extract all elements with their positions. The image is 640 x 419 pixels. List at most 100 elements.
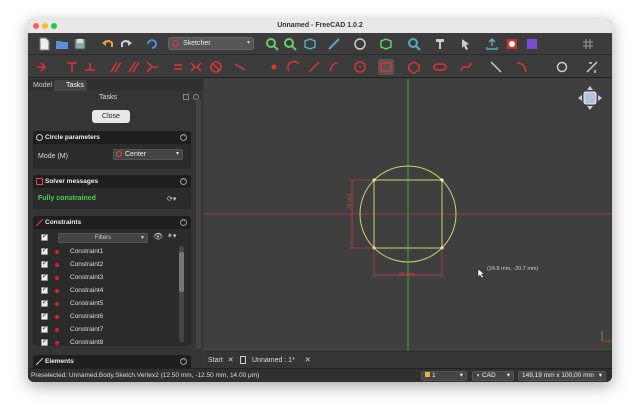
redo-icon[interactable] bbox=[118, 36, 134, 52]
constrain-perpendicular-icon[interactable] bbox=[126, 59, 142, 75]
save-file-icon[interactable] bbox=[72, 36, 88, 52]
constraint-checkbox[interactable]: ✓ bbox=[41, 261, 48, 268]
grid-icon[interactable] bbox=[580, 36, 596, 52]
minimize-window-button[interactable] bbox=[42, 23, 48, 29]
circle-parameters-box: Circle parameters ^ Mode (M) Center ▾ bbox=[33, 131, 191, 169]
constraint-type-icon bbox=[55, 328, 59, 332]
recompute-icon[interactable]: ⟳▾ bbox=[167, 195, 176, 203]
close-window-button[interactable] bbox=[33, 23, 39, 29]
list-item[interactable]: ✓ Constraint4 bbox=[38, 285, 178, 297]
vertical-dimension-label[interactable]: 25 mm bbox=[347, 194, 353, 209]
list-item[interactable]: ✓ Constraint5 bbox=[38, 298, 178, 310]
select-all-checkbox[interactable]: ✓ bbox=[41, 234, 48, 241]
units-selector[interactable]: 1 ▾ bbox=[421, 371, 467, 381]
line-icon[interactable] bbox=[232, 59, 248, 75]
constraint-checkbox[interactable]: ✓ bbox=[41, 339, 48, 346]
filters-dropdown[interactable]: Filters ▾ bbox=[58, 233, 148, 243]
bspline-icon[interactable] bbox=[458, 59, 474, 75]
elements-header[interactable]: Elements ^ bbox=[33, 355, 191, 368]
polyline-icon[interactable] bbox=[306, 59, 322, 75]
sketch-leave-icon[interactable] bbox=[34, 59, 50, 75]
maximize-window-button[interactable] bbox=[51, 23, 57, 29]
settings-icon[interactable]: ✶▾ bbox=[167, 232, 176, 240]
collapse-icon[interactable]: ^ bbox=[180, 178, 187, 185]
polygon-icon[interactable] bbox=[406, 59, 422, 75]
collapse-icon[interactable]: ^ bbox=[180, 134, 187, 141]
constrain-equal-icon[interactable] bbox=[170, 59, 186, 75]
constraint-checkbox[interactable]: ✓ bbox=[41, 300, 48, 307]
slot-icon[interactable] bbox=[432, 59, 448, 75]
arc-icon[interactable] bbox=[286, 59, 302, 75]
fillet-icon[interactable] bbox=[514, 59, 530, 75]
sketch-canvas[interactable] bbox=[204, 79, 612, 351]
navigation-style-selector[interactable]: ◖ CAD ▾ bbox=[472, 371, 514, 381]
constrain-symmetric-icon[interactable] bbox=[188, 59, 204, 75]
slash-icon[interactable] bbox=[326, 59, 342, 75]
panel-scrollbar[interactable] bbox=[196, 99, 201, 349]
workbench-selector[interactable]: Sketcher ▾ bbox=[168, 37, 254, 50]
constraint-icon[interactable] bbox=[64, 59, 80, 75]
circle-icon[interactable] bbox=[352, 59, 368, 75]
constrain-angle-icon[interactable] bbox=[144, 59, 160, 75]
tool-icon[interactable] bbox=[584, 59, 600, 75]
fit-all-icon[interactable] bbox=[264, 36, 280, 52]
mode-select[interactable]: Center ▾ bbox=[113, 149, 183, 160]
tab-model[interactable]: Model bbox=[30, 80, 55, 91]
view-box-icon[interactable] bbox=[302, 36, 318, 52]
point-icon[interactable] bbox=[266, 59, 282, 75]
constraint-checkbox[interactable]: ✓ bbox=[41, 248, 48, 255]
constraint-checkbox[interactable]: ✓ bbox=[41, 274, 48, 281]
open-file-icon[interactable] bbox=[54, 36, 70, 52]
refresh-icon[interactable] bbox=[144, 36, 160, 52]
rectangle-icon[interactable] bbox=[378, 59, 394, 75]
part-icon[interactable] bbox=[524, 36, 540, 52]
list-item[interactable]: ✓ Constraint2 bbox=[38, 259, 178, 271]
new-file-icon[interactable] bbox=[36, 36, 52, 52]
external-geo-icon[interactable] bbox=[488, 59, 504, 75]
list-item[interactable]: ✓ Constraint1 bbox=[38, 246, 178, 258]
constraints-scrollbar[interactable] bbox=[179, 246, 184, 342]
tab-start[interactable]: Start ✕ bbox=[208, 355, 234, 366]
3d-viewport[interactable]: 25 mm 25 mm (24.8 mm, -20.7 mm) bbox=[204, 79, 612, 351]
constraint-checkbox[interactable]: ✓ bbox=[41, 313, 48, 320]
draw-style-icon[interactable] bbox=[352, 36, 368, 52]
link-icon[interactable] bbox=[504, 36, 520, 52]
zoom-icon[interactable] bbox=[406, 36, 422, 52]
list-item[interactable]: ✓ Constraint7 bbox=[38, 324, 178, 336]
fit-selection-icon[interactable] bbox=[282, 36, 298, 52]
rotate-icon[interactable] bbox=[554, 59, 570, 75]
export-icon[interactable] bbox=[484, 36, 500, 52]
close-button[interactable]: Close bbox=[92, 110, 130, 123]
list-item[interactable]: ✓ Constraint3 bbox=[38, 272, 178, 284]
horizontal-dimension-label[interactable]: 25 mm bbox=[399, 272, 414, 278]
dimension-display[interactable]: 149,19 mm x 100,00 mm ▾ bbox=[518, 371, 606, 381]
circle-parameters-header[interactable]: Circle parameters ^ bbox=[33, 131, 191, 144]
constrain-parallel-icon[interactable] bbox=[108, 59, 124, 75]
navigation-cube[interactable] bbox=[577, 85, 603, 111]
tape-icon[interactable] bbox=[432, 36, 448, 52]
constraint-checkbox[interactable]: ✓ bbox=[41, 287, 48, 294]
list-item[interactable]: ✓ Constraint8 bbox=[38, 337, 178, 346]
std-view-icon[interactable] bbox=[378, 36, 394, 52]
panel-float-icon[interactable] bbox=[183, 94, 189, 100]
list-item[interactable]: ✓ Constraint6 bbox=[38, 311, 178, 323]
measure-icon[interactable] bbox=[326, 36, 342, 52]
close-icon[interactable]: ✕ bbox=[305, 357, 311, 364]
constrain-block-icon[interactable] bbox=[208, 59, 224, 75]
collapse-icon[interactable]: ^ bbox=[180, 219, 187, 226]
solver-messages-header[interactable]: Solver messages ^ bbox=[33, 175, 191, 188]
tab-unnamed[interactable]: Unnamed : 1* ✕ bbox=[252, 355, 311, 366]
close-icon[interactable]: ✕ bbox=[228, 357, 234, 364]
constraint-type-icon bbox=[55, 250, 59, 254]
mouse-icon: ◖ bbox=[476, 372, 480, 379]
constraint-checkbox[interactable]: ✓ bbox=[41, 326, 48, 333]
tab-start-label: Start bbox=[208, 357, 223, 364]
constrain-horizontal-icon[interactable] bbox=[82, 59, 98, 75]
undo-icon[interactable] bbox=[100, 36, 116, 52]
scrollbar-thumb[interactable] bbox=[179, 252, 184, 292]
constraints-header[interactable]: Constraints ^ bbox=[33, 216, 191, 229]
collapse-icon[interactable]: ^ bbox=[180, 358, 187, 365]
tab-tasks[interactable]: Tasks bbox=[54, 80, 87, 91]
visibility-eye-icon[interactable]: 👁 bbox=[153, 232, 163, 241]
select-arrow-icon[interactable] bbox=[458, 36, 474, 52]
